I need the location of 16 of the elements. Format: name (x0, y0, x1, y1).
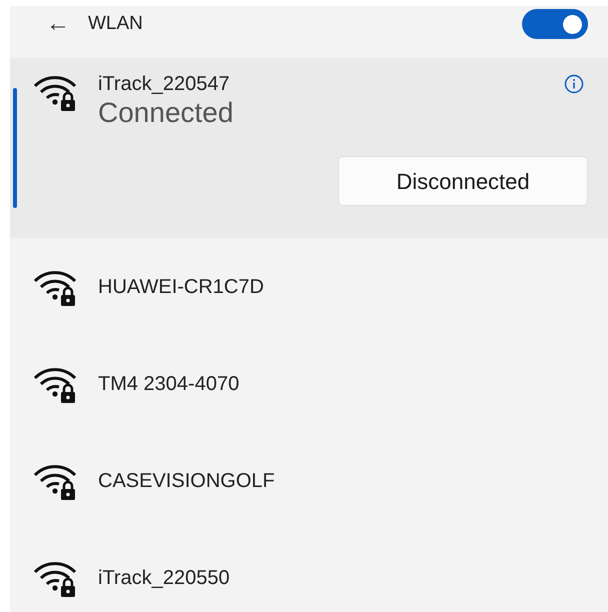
network-name: TM4 2304-4070 (98, 372, 240, 396)
network-name: iTrack_220547 (98, 72, 231, 96)
connection-status: Connected (98, 96, 234, 130)
network-name: CASEVISIONGOLF (98, 468, 275, 494)
wifi-toggle[interactable] (522, 9, 588, 39)
network-item[interactable]: HUAWEI-CR1C7D (10, 238, 608, 335)
back-arrow[interactable]: ← (46, 6, 74, 42)
network-item[interactable]: iTrack_220547 Connected Disconnected (10, 58, 608, 238)
network-item[interactable]: iTrack_220550 (10, 529, 608, 612)
network-item[interactable]: CASEVISIONGOLF (10, 432, 608, 529)
page-title: WLAN (88, 12, 143, 36)
network-item[interactable]: TM4 2304-4070 (10, 335, 608, 432)
disconnect-button[interactable]: Disconnected (338, 156, 588, 206)
network-name: HUAWEI-CR1C7D (98, 274, 264, 300)
info-icon[interactable] (564, 74, 584, 94)
network-name: iTrack_220550 (98, 566, 230, 590)
